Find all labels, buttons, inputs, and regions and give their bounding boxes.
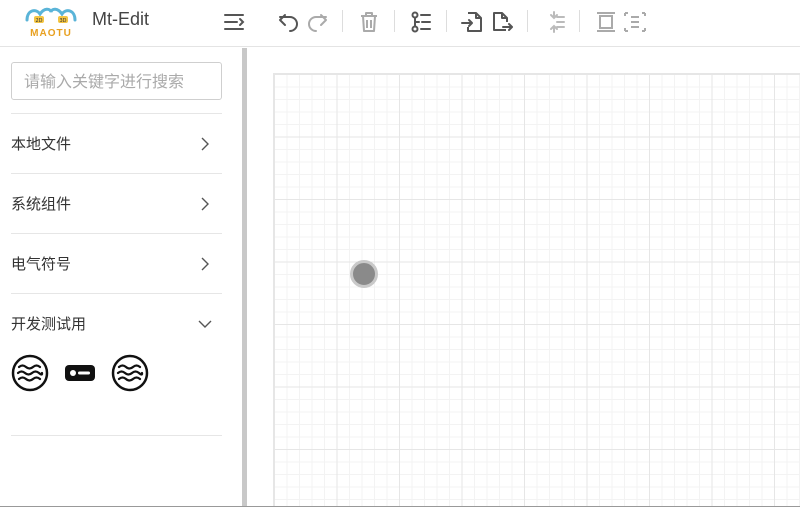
import-button[interactable] bbox=[458, 8, 486, 36]
category-electrical-symbols[interactable]: 电气符号 bbox=[11, 233, 222, 293]
file-export-icon bbox=[493, 12, 513, 31]
align-bottom-button[interactable] bbox=[621, 8, 649, 36]
panel-divider bbox=[11, 435, 222, 436]
list-nodes-icon bbox=[411, 11, 431, 33]
wave-circle-icon bbox=[111, 354, 149, 392]
toggle-sidebar-button[interactable] bbox=[220, 8, 248, 36]
toolbar-divider bbox=[579, 10, 580, 32]
chevron-right-icon bbox=[201, 257, 209, 270]
align-vertical-button[interactable] bbox=[540, 8, 568, 36]
toolbar-divider bbox=[527, 10, 528, 32]
top-toolbar: 2D 3D MAOTU Mt-Edit bbox=[0, 0, 800, 47]
compress-vertical-icon bbox=[550, 11, 565, 33]
toolbar-divider bbox=[394, 10, 395, 32]
redo-icon bbox=[308, 14, 327, 32]
logo-text: MAOTU bbox=[30, 28, 72, 38]
category-label: 本地文件 bbox=[11, 135, 72, 153]
file-import-icon bbox=[461, 12, 482, 32]
category-label: 系统组件 bbox=[11, 195, 72, 213]
switch-pill-icon bbox=[65, 365, 95, 381]
toolbar-divider bbox=[342, 10, 343, 32]
toolbar-divider bbox=[446, 10, 447, 32]
search-input[interactable] bbox=[11, 62, 222, 100]
frame-bottom-icon bbox=[624, 12, 646, 32]
component-wave-circle-2[interactable] bbox=[111, 354, 149, 392]
maotu-logo: 2D 3D MAOTU bbox=[24, 6, 78, 39]
component-wave-circle[interactable] bbox=[11, 354, 49, 392]
chevron-right-icon bbox=[201, 137, 209, 150]
layers-button[interactable] bbox=[407, 8, 435, 36]
redo-button[interactable] bbox=[303, 8, 331, 36]
export-button[interactable] bbox=[488, 8, 516, 36]
editor-canvas[interactable] bbox=[247, 48, 800, 507]
category-system-components[interactable]: 系统组件 bbox=[11, 173, 222, 233]
wave-circle-icon bbox=[11, 354, 49, 392]
undo-button[interactable] bbox=[275, 8, 303, 36]
category-local-files[interactable]: 本地文件 bbox=[11, 113, 222, 173]
frame-top-icon bbox=[597, 12, 615, 32]
canvas-node[interactable] bbox=[350, 260, 378, 288]
chevron-right-icon bbox=[201, 197, 209, 210]
category-label: 电气符号 bbox=[11, 255, 72, 273]
app-title: Mt-Edit bbox=[92, 9, 150, 29]
undo-icon bbox=[279, 14, 298, 32]
canvas-grid bbox=[273, 73, 800, 507]
trash-icon bbox=[361, 12, 377, 32]
component-switch[interactable] bbox=[61, 354, 99, 392]
component-sidebar: 本地文件 系统组件 电气符号 开发测试用 bbox=[0, 48, 242, 507]
category-label: 开发测试用 bbox=[11, 315, 87, 333]
align-top-button[interactable] bbox=[592, 8, 620, 36]
logo-badge-right: 3D bbox=[59, 18, 66, 24]
category-dev-test[interactable]: 开发测试用 bbox=[11, 293, 222, 353]
logo-badge-left: 2D bbox=[35, 18, 42, 24]
menu-collapse-icon bbox=[224, 14, 245, 30]
chevron-down-icon bbox=[198, 320, 212, 328]
delete-button[interactable] bbox=[355, 8, 383, 36]
